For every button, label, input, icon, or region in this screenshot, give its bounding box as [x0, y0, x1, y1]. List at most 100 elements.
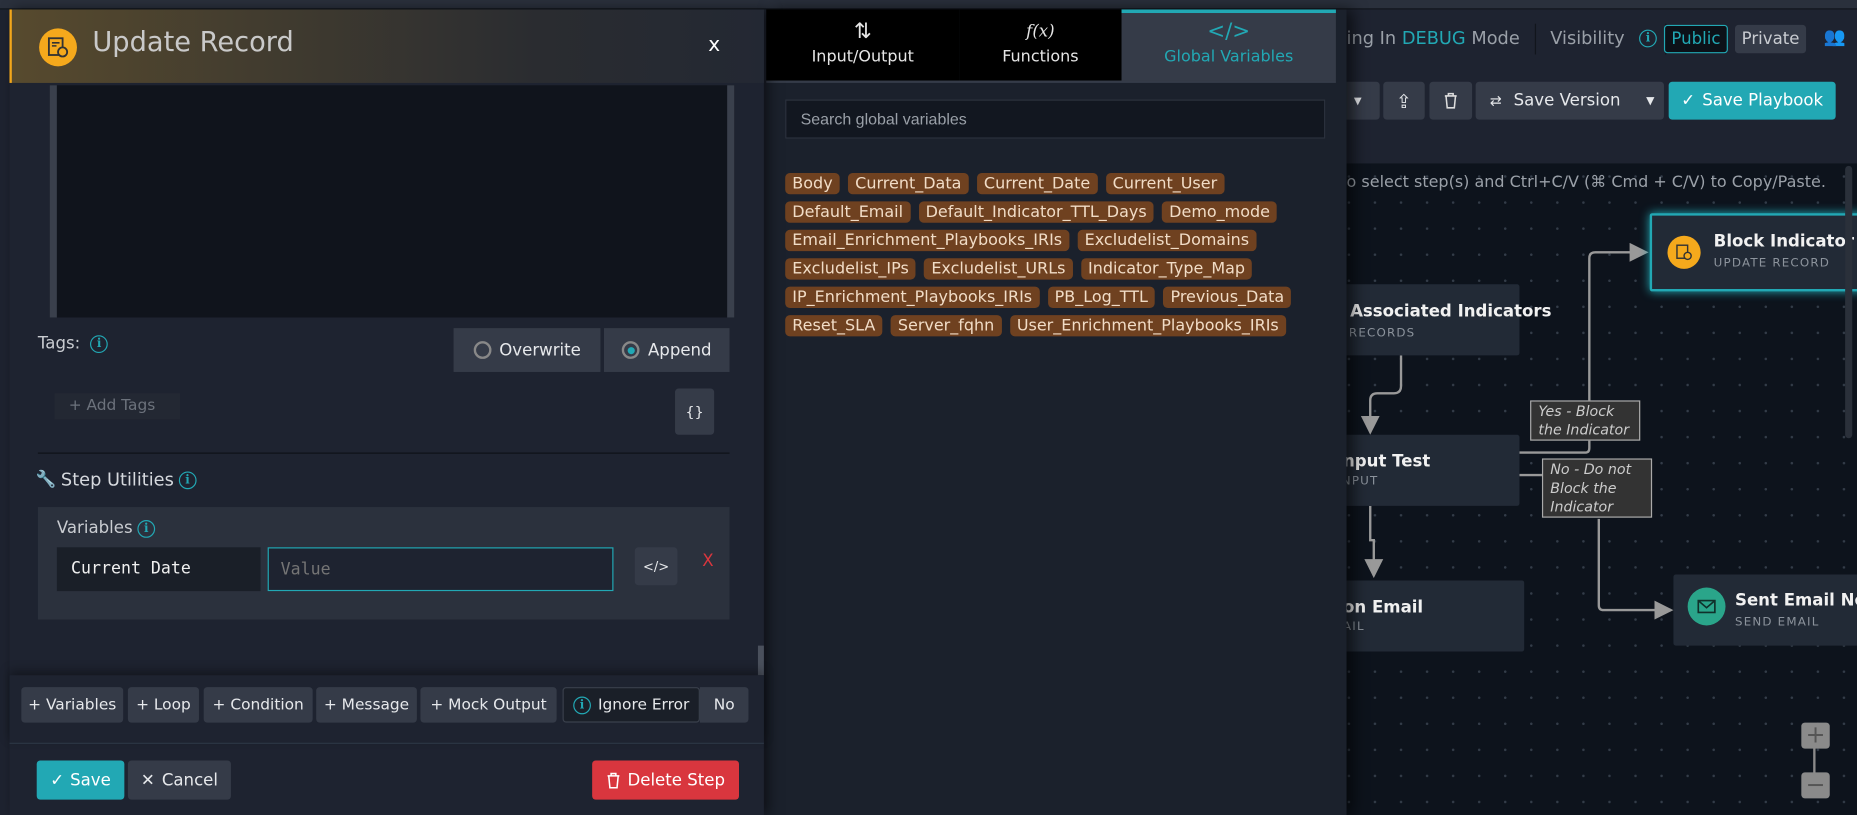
global-variable-list: Body Current_Data Current_Date Current_User… — [785, 172, 1330, 337]
node-title: on Email — [1342, 598, 1424, 618]
code-icon: </> — [1207, 18, 1251, 44]
variable-value-input[interactable] — [267, 547, 614, 592]
global-variable-tag[interactable]: Default_Indicator_TTL_Days — [918, 201, 1154, 223]
zoom-in-button[interactable]: + — [1801, 723, 1830, 749]
dialog-scrollbar[interactable] — [757, 645, 764, 676]
add-variables-button[interactable]: + Variables — [21, 687, 124, 723]
step-node[interactable]: Associated Indicators RECORDS — [1335, 284, 1551, 356]
canvas-scrollbar[interactable] — [1845, 165, 1853, 439]
global-variable-tag[interactable]: IP_Enrichment_Playbooks_IRIs — [785, 286, 1040, 308]
node-type: NPUT — [1341, 475, 1379, 489]
visibility-label: Visibility — [1550, 27, 1625, 49]
private-button[interactable]: Private — [1734, 24, 1807, 54]
variable-picker-panel: ⇅ Input/Output f(x) Functions </> Global… — [766, 9, 1347, 815]
global-variable-tag[interactable]: Demo_mode — [1162, 201, 1278, 223]
save-playbook-label: Save Playbook — [1702, 91, 1824, 111]
search-global-variables-input[interactable] — [785, 99, 1326, 139]
step-utilities-title: Step Utilities — [60, 469, 174, 491]
update-record-icon — [39, 28, 77, 67]
global-variable-tag[interactable]: Reset_SLA — [785, 315, 883, 337]
close-button[interactable]: x — [708, 33, 720, 57]
global-variable-tag[interactable]: Previous_Data — [1163, 286, 1292, 308]
node-title: Associated Indicators — [1350, 302, 1552, 322]
dialog-header: Update Record x — [9, 9, 764, 83]
global-variable-tag[interactable]: PB_Log_TTL — [1047, 286, 1156, 308]
global-variable-tag[interactable]: Excludelist_Domains — [1077, 229, 1257, 252]
public-button[interactable]: Public — [1663, 24, 1728, 54]
global-variable-tag[interactable]: Current_Data — [848, 172, 969, 195]
add-condition-button[interactable]: + Condition — [203, 687, 313, 723]
version-icon: ⇄ — [1489, 92, 1502, 109]
add-mock-output-button[interactable]: + Mock Output — [420, 687, 557, 723]
info-icon[interactable]: i — [137, 519, 156, 538]
global-variable-tag[interactable]: Excludelist_IPs — [785, 258, 916, 280]
save-playbook-button[interactable]: ✓ Save Playbook — [1668, 81, 1836, 120]
ignore-error-label: i Ignore Error — [562, 687, 700, 723]
remove-variable-button[interactable]: X — [702, 552, 713, 571]
step-utilities-heading: 🔧 Step Utilities i — [36, 469, 197, 490]
global-variable-tag[interactable]: Current_User — [1105, 172, 1225, 195]
json-button[interactable]: {} — [675, 388, 715, 435]
edge-label-yes[interactable]: Yes - Block the Indicator — [1530, 400, 1641, 441]
variables-label: Variables i — [56, 518, 156, 538]
zoom-out-button[interactable]: − — [1801, 772, 1830, 799]
append-radio[interactable]: Append — [603, 328, 730, 372]
playbook-header: ing In DEBUG Mode Visibility i Public Pr… — [1335, 9, 1857, 164]
tab-input-output[interactable]: ⇅ Input/Output — [766, 9, 960, 81]
dialog-title: Update Record — [92, 27, 294, 59]
info-icon[interactable]: i — [90, 334, 108, 353]
step-node-selected[interactable]: Block Indicator UPDATE RECORD — [1649, 213, 1857, 292]
check-icon: ✓ — [50, 770, 65, 790]
top-strip — [0, 0, 1857, 10]
save-version-button[interactable]: ⇄ Save Version ▾ — [1475, 81, 1664, 120]
divider — [1534, 23, 1537, 55]
variable-name-input[interactable]: Current Date — [56, 547, 261, 592]
wrench-icon: 🔧 — [35, 470, 57, 490]
tab-global-variables[interactable]: </> Global Variables — [1121, 9, 1336, 81]
global-variable-tag[interactable]: Body — [785, 172, 840, 195]
node-title: Block Indicator — [1713, 232, 1855, 252]
info-icon[interactable]: i — [178, 470, 197, 489]
users-icon[interactable]: 👥 — [1824, 26, 1846, 47]
tab-functions[interactable]: f(x) Functions — [959, 9, 1122, 81]
cancel-label: Cancel — [161, 770, 219, 790]
add-message-button[interactable]: + Message — [316, 687, 417, 723]
global-variable-tag[interactable]: Current_Date — [976, 172, 1098, 195]
save-version-label: Save Version — [1513, 91, 1621, 111]
overwrite-radio[interactable]: Overwrite — [453, 328, 601, 372]
info-icon[interactable]: i — [1639, 29, 1657, 48]
global-variable-tag[interactable]: Excludelist_URLs — [924, 258, 1073, 280]
info-icon[interactable]: i — [573, 695, 591, 714]
cancel-button[interactable]: ✕ Cancel — [127, 760, 231, 800]
delete-step-button[interactable]: Delete Step — [592, 760, 740, 800]
check-icon: ✓ — [1681, 91, 1696, 111]
arrows-updown-icon: ⇅ — [853, 18, 872, 44]
upload-icon: ⇪ — [1396, 89, 1412, 112]
export-button[interactable]: ⇪ — [1383, 81, 1425, 120]
add-tags-input[interactable]: + Add Tags — [54, 393, 181, 420]
delete-playbook-button[interactable] — [1429, 81, 1473, 120]
edge-label-no[interactable]: No - Do not Block the Indicator — [1541, 458, 1653, 518]
add-loop-button[interactable]: + Loop — [127, 687, 199, 723]
code-editor-button[interactable]: </> — [634, 547, 678, 586]
record-fields-editor[interactable] — [49, 85, 735, 318]
variables-label-text: Variables — [56, 518, 133, 538]
node-title: Sent Email No — [1734, 591, 1857, 611]
ignore-error-text: Ignore Error — [597, 695, 690, 714]
global-variable-tag[interactable]: User_Enrichment_Playbooks_IRIs — [1009, 315, 1286, 337]
step-node[interactable]: on Email AIL — [1335, 580, 1525, 652]
global-variable-tag[interactable]: Default_Email — [785, 201, 911, 223]
global-variable-tag[interactable]: Server_fqhn — [890, 315, 1002, 337]
ignore-error-toggle[interactable]: No — [699, 687, 749, 723]
node-type: SEND EMAIL — [1734, 615, 1820, 630]
step-node[interactable]: Sent Email No SEND EMAIL — [1673, 574, 1857, 646]
global-variable-tag[interactable]: Indicator_Type_Map — [1080, 258, 1253, 280]
step-node[interactable]: nput Test NPUT — [1335, 434, 1520, 506]
global-variable-tag[interactable]: Email_Enrichment_Playbooks_IRIs — [785, 229, 1070, 252]
playbook-canvas[interactable]: o select step(s) and Ctrl+C/V (⌘ Cmd + C… — [1335, 163, 1857, 815]
save-button[interactable]: ✓ Save — [36, 760, 125, 800]
edge — [1364, 505, 1384, 579]
tab-label: Global Variables — [1164, 47, 1294, 67]
mode-suffix: Mode — [1471, 27, 1520, 49]
caret-down-icon: ▾ — [1353, 91, 1362, 110]
